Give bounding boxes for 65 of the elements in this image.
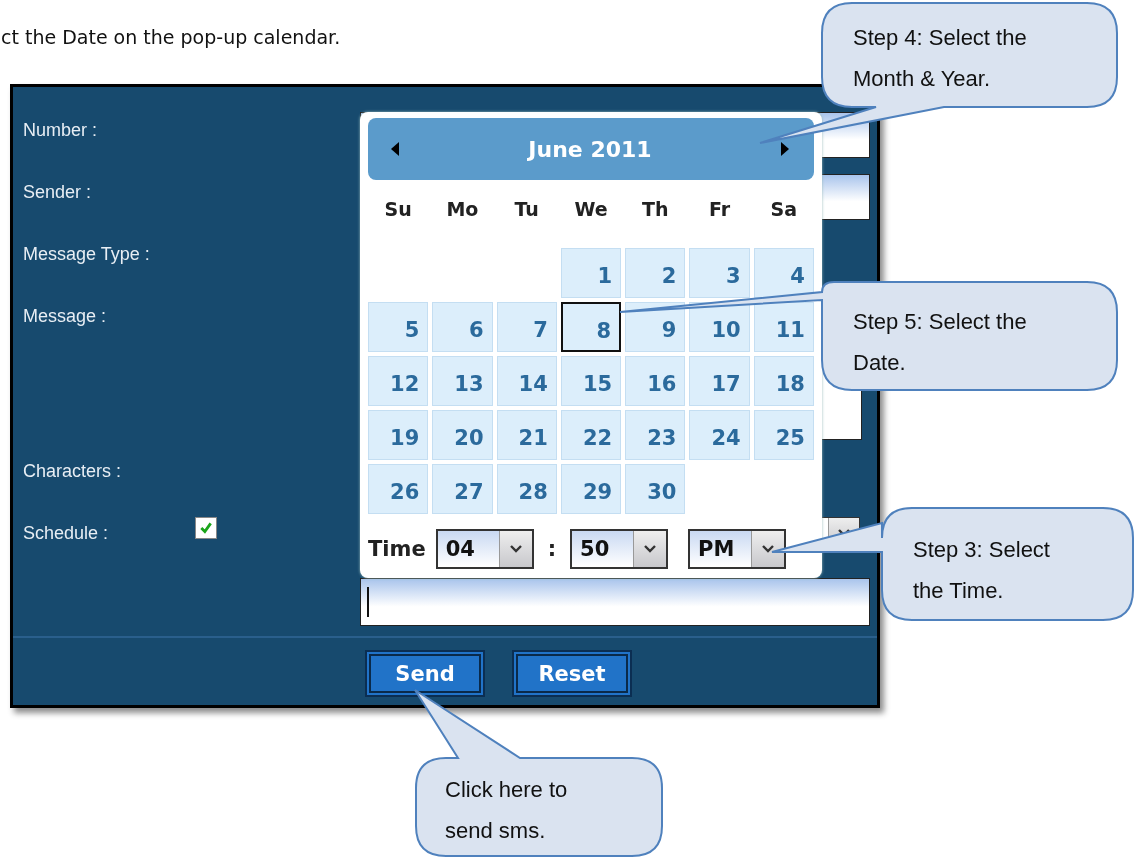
- field-label: Message Type :: [23, 244, 151, 265]
- callout-text: Step 4: Select the Month & Year.: [853, 24, 1028, 93]
- time-label: Time: [368, 537, 426, 561]
- field-label: Message :: [23, 306, 108, 327]
- day-cell[interactable]: 20: [432, 410, 493, 460]
- reset-button[interactable]: Reset: [512, 650, 632, 697]
- day-cell[interactable]: 6: [432, 302, 493, 352]
- day-cell[interactable]: 21: [496, 410, 557, 460]
- dropdown[interactable]: PM: [688, 529, 787, 569]
- caret-icon: [644, 545, 657, 553]
- callout-text: Click here to send sms.: [445, 776, 569, 845]
- next-month-icon[interactable]: [780, 142, 790, 156]
- day-cell[interactable]: 27: [432, 464, 493, 514]
- weekday-label: Fr: [708, 198, 732, 222]
- input-field[interactable]: [360, 578, 870, 626]
- day-cell[interactable]: 30: [625, 464, 686, 514]
- text-cursor: [367, 587, 369, 617]
- time-separator: :: [547, 537, 557, 561]
- field-label: Sender :: [23, 182, 93, 203]
- day-cell[interactable]: 12: [368, 356, 429, 406]
- field-label: Number :: [23, 120, 99, 141]
- field-label: Characters :: [23, 461, 123, 482]
- day-cell[interactable]: 29: [560, 464, 622, 514]
- weekday-label: Sa: [769, 198, 799, 222]
- month-title: June 2011: [528, 136, 652, 162]
- weekday-label: Tu: [513, 198, 540, 222]
- day-cell[interactable]: 8: [560, 302, 622, 352]
- caret-icon: [509, 545, 522, 553]
- dropdown[interactable]: 50: [570, 529, 669, 569]
- day-cell[interactable]: 22: [560, 410, 622, 460]
- day-cell[interactable]: 23: [625, 410, 686, 460]
- day-cell[interactable]: 3: [689, 248, 750, 298]
- weekday-label: Mo: [445, 198, 480, 222]
- day-cell[interactable]: 1: [560, 248, 622, 298]
- day-cell[interactable]: 28: [496, 464, 557, 514]
- field-label: Schedule :: [23, 523, 110, 544]
- day-cell[interactable]: 16: [625, 356, 686, 406]
- weekday-label: We: [573, 198, 609, 222]
- dropdown[interactable]: 04: [435, 529, 534, 569]
- day-cell[interactable]: 19: [368, 410, 429, 460]
- day-cell[interactable]: 11: [753, 302, 814, 352]
- callout-text: Step 5: Select the Date.: [853, 308, 1028, 377]
- day-cell[interactable]: 26: [368, 464, 429, 514]
- day-cell[interactable]: 24: [689, 410, 750, 460]
- check-icon: [199, 521, 213, 535]
- day-cell[interactable]: 7: [496, 302, 557, 352]
- day-cell[interactable]: 17: [689, 356, 750, 406]
- day-cell[interactable]: 18: [753, 356, 814, 406]
- day-cell[interactable]: 14: [496, 356, 557, 406]
- day-cell[interactable]: 25: [753, 410, 814, 460]
- day-cell[interactable]: 2: [625, 248, 686, 298]
- callout-text: Step 3: Select the Time.: [913, 536, 1051, 605]
- caret-icon: [762, 545, 775, 553]
- day-cell[interactable]: 10: [689, 302, 750, 352]
- send-button[interactable]: Send: [365, 650, 485, 697]
- day-cell[interactable]: 4: [753, 248, 814, 298]
- day-cell[interactable]: 5: [368, 302, 429, 352]
- day-cell[interactable]: 13: [432, 356, 493, 406]
- weekday-label: Su: [383, 198, 413, 222]
- day-cell[interactable]: 9: [625, 302, 686, 352]
- day-cell[interactable]: 15: [560, 356, 622, 406]
- checkbox[interactable]: [195, 517, 217, 539]
- instruction-text: ct the Date on the pop-up calendar.: [1, 25, 341, 50]
- weekday-label: Th: [641, 198, 670, 222]
- previous-month-icon[interactable]: [390, 142, 400, 156]
